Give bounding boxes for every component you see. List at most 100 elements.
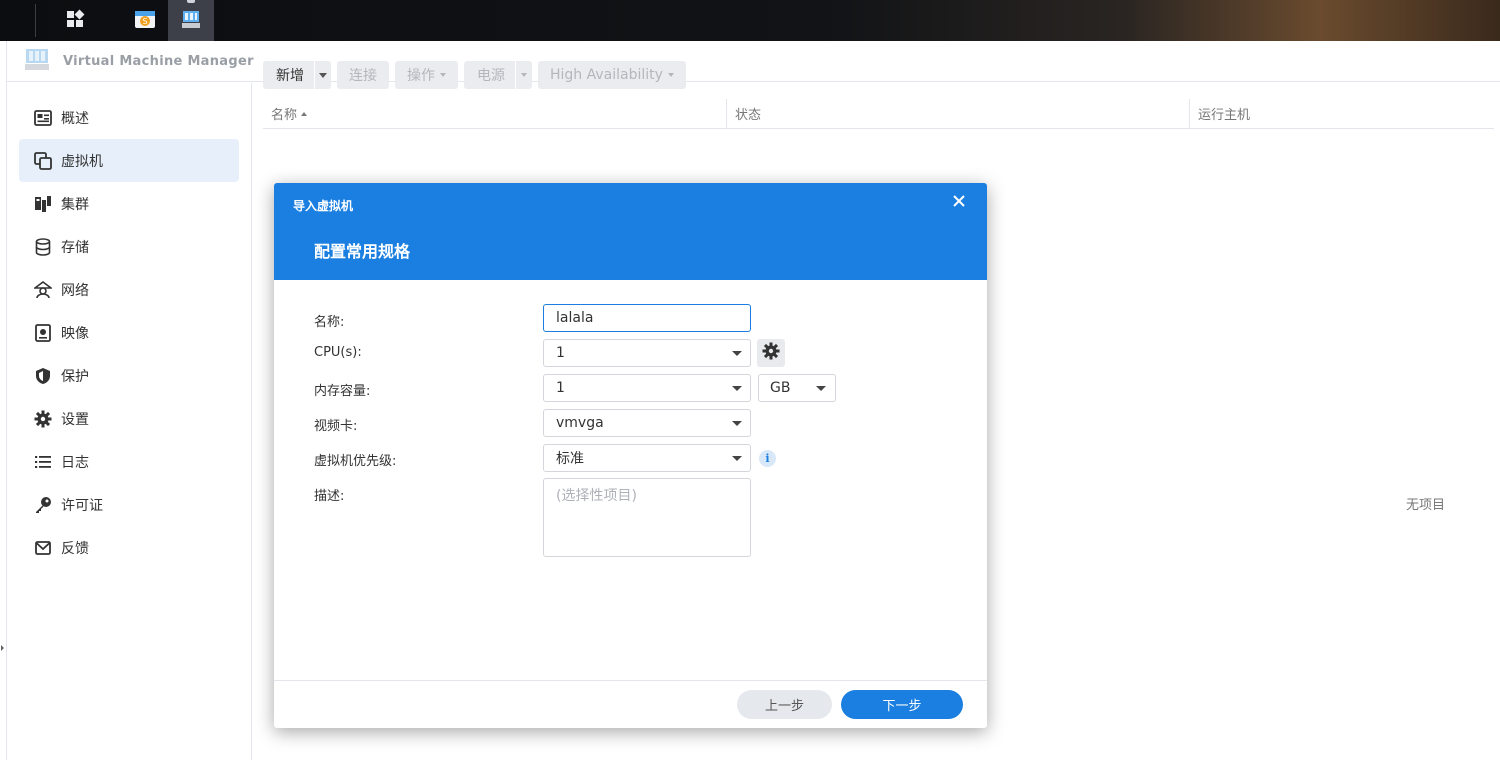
- action-button[interactable]: 操作: [395, 61, 458, 89]
- chevron-down-icon: [521, 73, 527, 77]
- sidebar-item-label: 日志: [61, 454, 89, 471]
- chevron-down-icon: [440, 73, 446, 77]
- column-header-host[interactable]: 运行主机: [1190, 99, 1494, 128]
- key-icon: [34, 496, 52, 514]
- log-icon: [34, 453, 52, 471]
- sidebar-item-feedback[interactable]: 反馈: [19, 526, 239, 569]
- panel-expand-arrow[interactable]: [1, 645, 4, 651]
- action-button-label: 操作: [407, 68, 435, 84]
- power-button[interactable]: 电源: [464, 61, 516, 89]
- sidebar-item-vm[interactable]: 虚拟机: [19, 139, 239, 182]
- chevron-down-icon: [667, 73, 674, 77]
- shield-icon: [34, 367, 52, 385]
- name-input[interactable]: lalala: [543, 304, 751, 332]
- description-textarea[interactable]: (选择性项目): [543, 478, 751, 557]
- memory-unit-value: GB: [770, 380, 791, 396]
- description-placeholder: (选择性项目): [556, 488, 637, 504]
- main-menu-icon: [65, 9, 85, 33]
- sidebar-item-label: 设置: [61, 411, 89, 428]
- memory-select-value: 1: [556, 380, 565, 396]
- package-center-icon: S: [133, 7, 157, 35]
- taskbar-app-vmm[interactable]: [168, 0, 214, 41]
- sidebar-item-overview[interactable]: 概述: [19, 96, 239, 139]
- toolbar: 新增 连接 操作 电源 High Availability: [263, 61, 686, 89]
- sidebar-item-cluster[interactable]: 集群: [19, 182, 239, 225]
- chevron-down-icon: [816, 386, 826, 391]
- sidebar-item-network[interactable]: 网络: [19, 268, 239, 311]
- sidebar-item-label: 存储: [61, 239, 89, 256]
- chevron-down-icon: [319, 72, 327, 78]
- gear-icon: [34, 410, 52, 428]
- storage-icon: [34, 237, 52, 256]
- sidebar-item-log[interactable]: 日志: [19, 440, 239, 483]
- svg-text:S: S: [142, 17, 147, 26]
- vm-icon: [34, 151, 52, 170]
- chevron-down-icon: [732, 421, 742, 426]
- next-step-button[interactable]: 下一步: [841, 690, 963, 719]
- mail-icon: [34, 539, 52, 557]
- priority-select[interactable]: 标准: [543, 444, 751, 472]
- empty-table-text: 无项目: [1406, 498, 1446, 513]
- dialog-footer: 上一步 下一步: [274, 680, 987, 728]
- gear-icon: [762, 342, 780, 364]
- video-card-select[interactable]: vmvga: [543, 409, 751, 437]
- sidebar-item-label: 保护: [61, 368, 89, 385]
- name-input-value: lalala: [556, 310, 594, 326]
- vm-spec-form: 名称: lalala CPU(s): 1 内存容量: 1 GB 视频卡: vmv…: [274, 280, 987, 680]
- add-dropdown-button[interactable]: [315, 61, 331, 89]
- cpu-select-value: 1: [556, 345, 565, 361]
- cpu-settings-button[interactable]: [757, 339, 785, 367]
- previous-step-button[interactable]: 上一步: [737, 690, 832, 719]
- sidebar-item-image[interactable]: 映像: [19, 311, 239, 354]
- add-button-group: 新增: [263, 61, 331, 89]
- close-icon: [953, 195, 965, 211]
- column-header-label: 运行主机: [1198, 108, 1251, 123]
- chevron-down-icon: [732, 386, 742, 391]
- cluster-icon: [34, 195, 52, 213]
- vmm-logo-icon: [23, 47, 51, 75]
- window-title: Virtual Machine Manager: [63, 53, 254, 69]
- network-icon: [34, 280, 52, 299]
- overview-icon: [34, 109, 52, 127]
- sidebar: 概述 虚拟机 集群 存储 网络 映像 保护 设置 日志 许可证 反馈: [7, 83, 252, 760]
- column-header-label: 名称: [271, 108, 298, 123]
- sidebar-item-label: 网络: [61, 282, 89, 299]
- memory-unit-select[interactable]: GB: [758, 374, 836, 402]
- sidebar-item-label: 概述: [61, 110, 89, 127]
- dialog-title: 导入虚拟机: [293, 199, 354, 213]
- vmm-app-icon: [180, 8, 202, 34]
- power-dropdown-button[interactable]: [516, 61, 532, 89]
- column-header-label: 状态: [735, 108, 762, 123]
- sidebar-item-label: 虚拟机: [61, 153, 103, 170]
- column-header-name[interactable]: 名称: [263, 99, 727, 128]
- priority-label: 虚拟机优先级:: [314, 454, 397, 469]
- taskbar-app-package-center[interactable]: S: [122, 0, 168, 41]
- taskbar-separator: [35, 4, 36, 37]
- description-label: 描述:: [314, 489, 345, 504]
- add-button[interactable]: 新增: [263, 61, 315, 89]
- name-label: 名称:: [314, 315, 345, 330]
- window-title-bar: Virtual Machine Manager: [7, 41, 1500, 82]
- image-icon: [34, 323, 52, 342]
- sidebar-item-storage[interactable]: 存储: [19, 225, 239, 268]
- close-button[interactable]: [949, 193, 969, 213]
- dialog-step-title: 配置常用规格: [314, 242, 411, 261]
- main-menu-button[interactable]: [52, 0, 98, 41]
- chevron-down-icon: [732, 351, 742, 356]
- sort-ascending-icon: [301, 111, 308, 116]
- high-availability-button[interactable]: High Availability: [538, 61, 686, 89]
- sidebar-item-settings[interactable]: 设置: [19, 397, 239, 440]
- column-header-status[interactable]: 状态: [727, 99, 1190, 128]
- cpu-select[interactable]: 1: [543, 339, 751, 367]
- connect-button[interactable]: 连接: [337, 61, 389, 89]
- info-icon[interactable]: i: [759, 450, 776, 467]
- sidebar-item-protection[interactable]: 保护: [19, 354, 239, 397]
- vm-table-header: 名称 状态 运行主机: [263, 99, 1494, 129]
- priority-value: 标准: [556, 451, 584, 467]
- sidebar-item-label: 许可证: [61, 497, 103, 514]
- sidebar-item-license[interactable]: 许可证: [19, 483, 239, 526]
- power-button-group: 电源: [464, 61, 532, 89]
- high-availability-label: High Availability: [550, 67, 663, 83]
- sidebar-item-label: 集群: [61, 196, 89, 213]
- memory-select[interactable]: 1: [543, 374, 751, 402]
